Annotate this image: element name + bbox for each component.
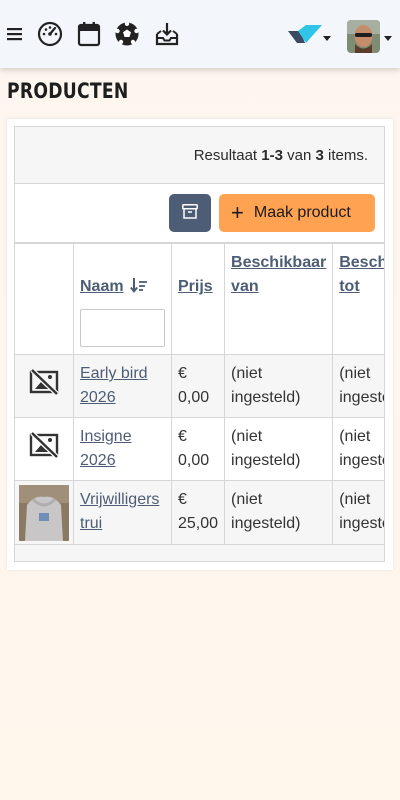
table-row: Insigne 2026 € 0,00 (niet ingesteld) (ni… (15, 417, 384, 481)
product-available-from-cell: (niet ingesteld) (224, 354, 334, 418)
summary-suffix: items. (323, 147, 368, 164)
product-image-cell (15, 354, 74, 418)
product-available-to-cell: (niet ingesteld) (332, 480, 384, 546)
table-row: Vrijwilligers trui € 25,00 (niet ingeste… (15, 480, 384, 546)
sort-descending-icon[interactable] (130, 277, 148, 298)
sort-by-price-link[interactable]: Prijs (178, 278, 213, 295)
product-available-from-cell: (niet ingesteld) (224, 417, 334, 481)
grid-horizontal-scrollbar[interactable] (15, 544, 384, 561)
products-table: Naam Prijs Beschikbaar van Beschikbaar t… (15, 243, 384, 546)
archive-icon (182, 204, 198, 222)
grid-summary: Resultaat 1-3 van 3 items. (15, 127, 384, 184)
product-price-cell: € 25,00 (170, 480, 226, 546)
summary-text: Resultaat 1-3 van 3 items. (194, 147, 368, 164)
product-name-link[interactable]: Early bird 2026 (80, 365, 148, 406)
product-image-cell (15, 480, 74, 546)
calendar-icon[interactable] (75, 20, 103, 48)
summary-prefix: Resultaat (193, 147, 262, 164)
dashboard-icon[interactable] (36, 20, 64, 48)
create-product-button[interactable]: + Maak product (219, 194, 375, 232)
product-image-cell (15, 417, 74, 481)
product-name-cell: Early bird 2026 (73, 354, 172, 418)
name-column-header: Naam (73, 243, 172, 355)
product-available-from-cell: (niet ingesteld) (224, 480, 334, 546)
soccer-ball-icon[interactable] (113, 20, 141, 48)
sort-by-available-to-link[interactable]: Beschikbaar tot (339, 254, 384, 295)
archive-button[interactable] (169, 194, 211, 232)
price-column-header: Prijs (170, 243, 226, 355)
page-title: Producten (7, 79, 129, 103)
name-column-label: Naam (80, 278, 124, 295)
image-column-header (15, 243, 74, 355)
user-avatar[interactable] (347, 20, 380, 53)
product-price-cell: € 0,00 (170, 354, 226, 418)
hamburger-icon[interactable] (6, 22, 24, 46)
product-name-cell: Insigne 2026 (73, 417, 172, 481)
table-header-row: Naam Prijs Beschikbaar van Beschikbaar t… (15, 243, 384, 355)
product-photo[interactable] (19, 485, 69, 541)
no-image-icon (29, 431, 59, 462)
available-to-column-header: Beschikbaar tot (332, 243, 384, 355)
create-product-label: Maak product (253, 204, 351, 221)
top-navbar (0, 0, 400, 68)
product-price-cell: € 0,00 (170, 417, 226, 481)
sort-by-available-from-link[interactable]: Beschikbaar van (231, 254, 326, 295)
product-name-link[interactable]: Vrijwilligers trui (80, 491, 159, 532)
product-available-to-cell: (niet ingesteld) (332, 417, 384, 481)
available-from-column-header: Beschikbaar van (224, 243, 334, 355)
sort-by-name-link[interactable]: Naam (80, 278, 124, 295)
user-menu-chevron-down-icon[interactable] (384, 36, 392, 41)
brand-logo-icon[interactable] (288, 20, 322, 48)
no-image-icon (29, 368, 59, 399)
brand-menu-chevron-down-icon[interactable] (323, 36, 331, 41)
grid-toolbar: + Maak product (15, 184, 384, 243)
product-name-cell: Vrijwilligers trui (73, 480, 172, 546)
table-row: Early bird 2026 € 0,00 (niet ingesteld) … (15, 354, 384, 418)
product-available-to-cell: (niet ingesteld) (332, 354, 384, 418)
name-filter-input[interactable] (80, 309, 165, 347)
summary-range: 1-3 (261, 147, 283, 164)
plus-icon: + (231, 200, 244, 225)
inbox-download-icon[interactable] (153, 20, 181, 48)
products-card: Resultaat 1-3 van 3 items. + Maak produc… (7, 119, 393, 570)
product-name-link[interactable]: Insigne 2026 (80, 428, 132, 469)
products-grid: Resultaat 1-3 van 3 items. + Maak produc… (14, 126, 385, 562)
summary-middle: van (282, 147, 316, 164)
summary-total: 3 (315, 147, 324, 164)
